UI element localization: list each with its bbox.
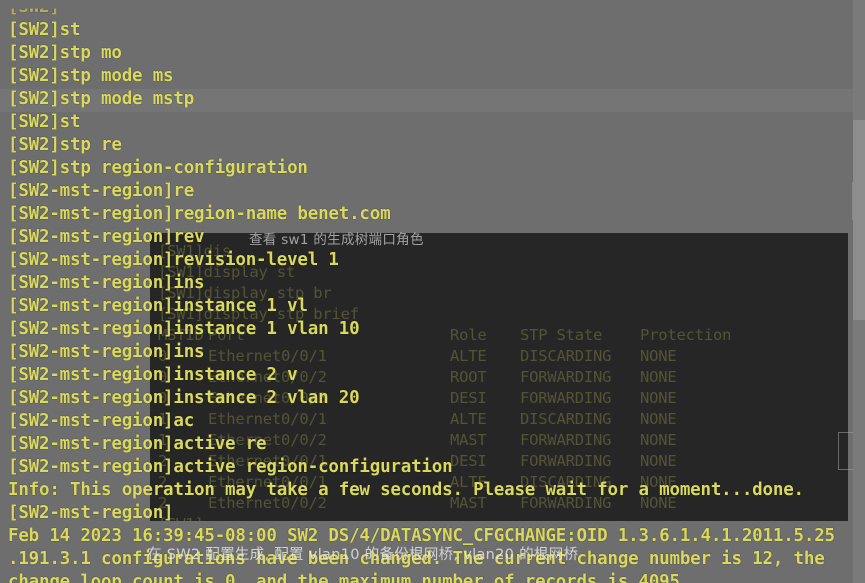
foreground-console[interactable]: [SW2] [SW2]st [SW2]stp mo [SW2]stp mode ms[… <box>0 0 865 583</box>
console-line: [SW2-mst-region]instance 2 vlan 20 <box>8 388 360 408</box>
annotation-bottom: 在 SW2 配置生成, 配置 vlan10 的备份根网桥, vlan20 的根网… <box>147 547 579 563</box>
console-line: [SW2]st <box>8 20 81 40</box>
console-line: [SW2]st <box>8 112 81 132</box>
console-line: Info: This operation may take a few seco… <box>8 480 804 500</box>
console-line: [SW2-mst-region]ins <box>8 273 205 293</box>
console-line: [SW2-mst-region]rev <box>8 227 205 247</box>
console-line: [SW2-mst-region]revision-level 1 <box>8 250 339 270</box>
terminal-window: [SW1]dis [SW1]display st [SW1]display stp … <box>0 0 865 583</box>
console-line: change loop count is 0, and the maximum … <box>8 572 691 583</box>
console-line: [SW2]stp mo <box>8 43 122 63</box>
console-line: [SW2-mst-region]active region-configurat… <box>8 457 453 477</box>
console-line: [SW2-mst-region]ins <box>8 342 205 362</box>
console-line: [SW2]stp mode mstp <box>8 89 195 109</box>
console-line: [SW2-mst-region] <box>8 503 174 523</box>
console-line: [SW2-mst-region]active re <box>8 434 267 454</box>
console-line: [SW2]stp re <box>8 135 122 155</box>
console-line: [SW2]stp region-configuration <box>8 158 308 178</box>
console-line: [SW2-mst-region]instance 2 v <box>8 365 298 385</box>
annotation-top: 查看 sw1 的生成树端口角色 <box>249 232 424 248</box>
console-line: [SW2-mst-region]ac <box>8 411 195 431</box>
console-line: [SW2-mst-region]re <box>8 181 195 201</box>
console-line: [SW2-mst-region]instance 1 vl <box>8 296 308 316</box>
console-line: [SW2-mst-region]region-name benet.com <box>8 204 391 224</box>
console-line: [SW2]stp mode ms <box>8 66 174 86</box>
vertical-scrollbar-thumb[interactable] <box>853 120 865 320</box>
console-line: [SW2] <box>8 0 60 17</box>
console-line: [SW2-mst-region]instance 1 vlan 10 <box>8 319 360 339</box>
